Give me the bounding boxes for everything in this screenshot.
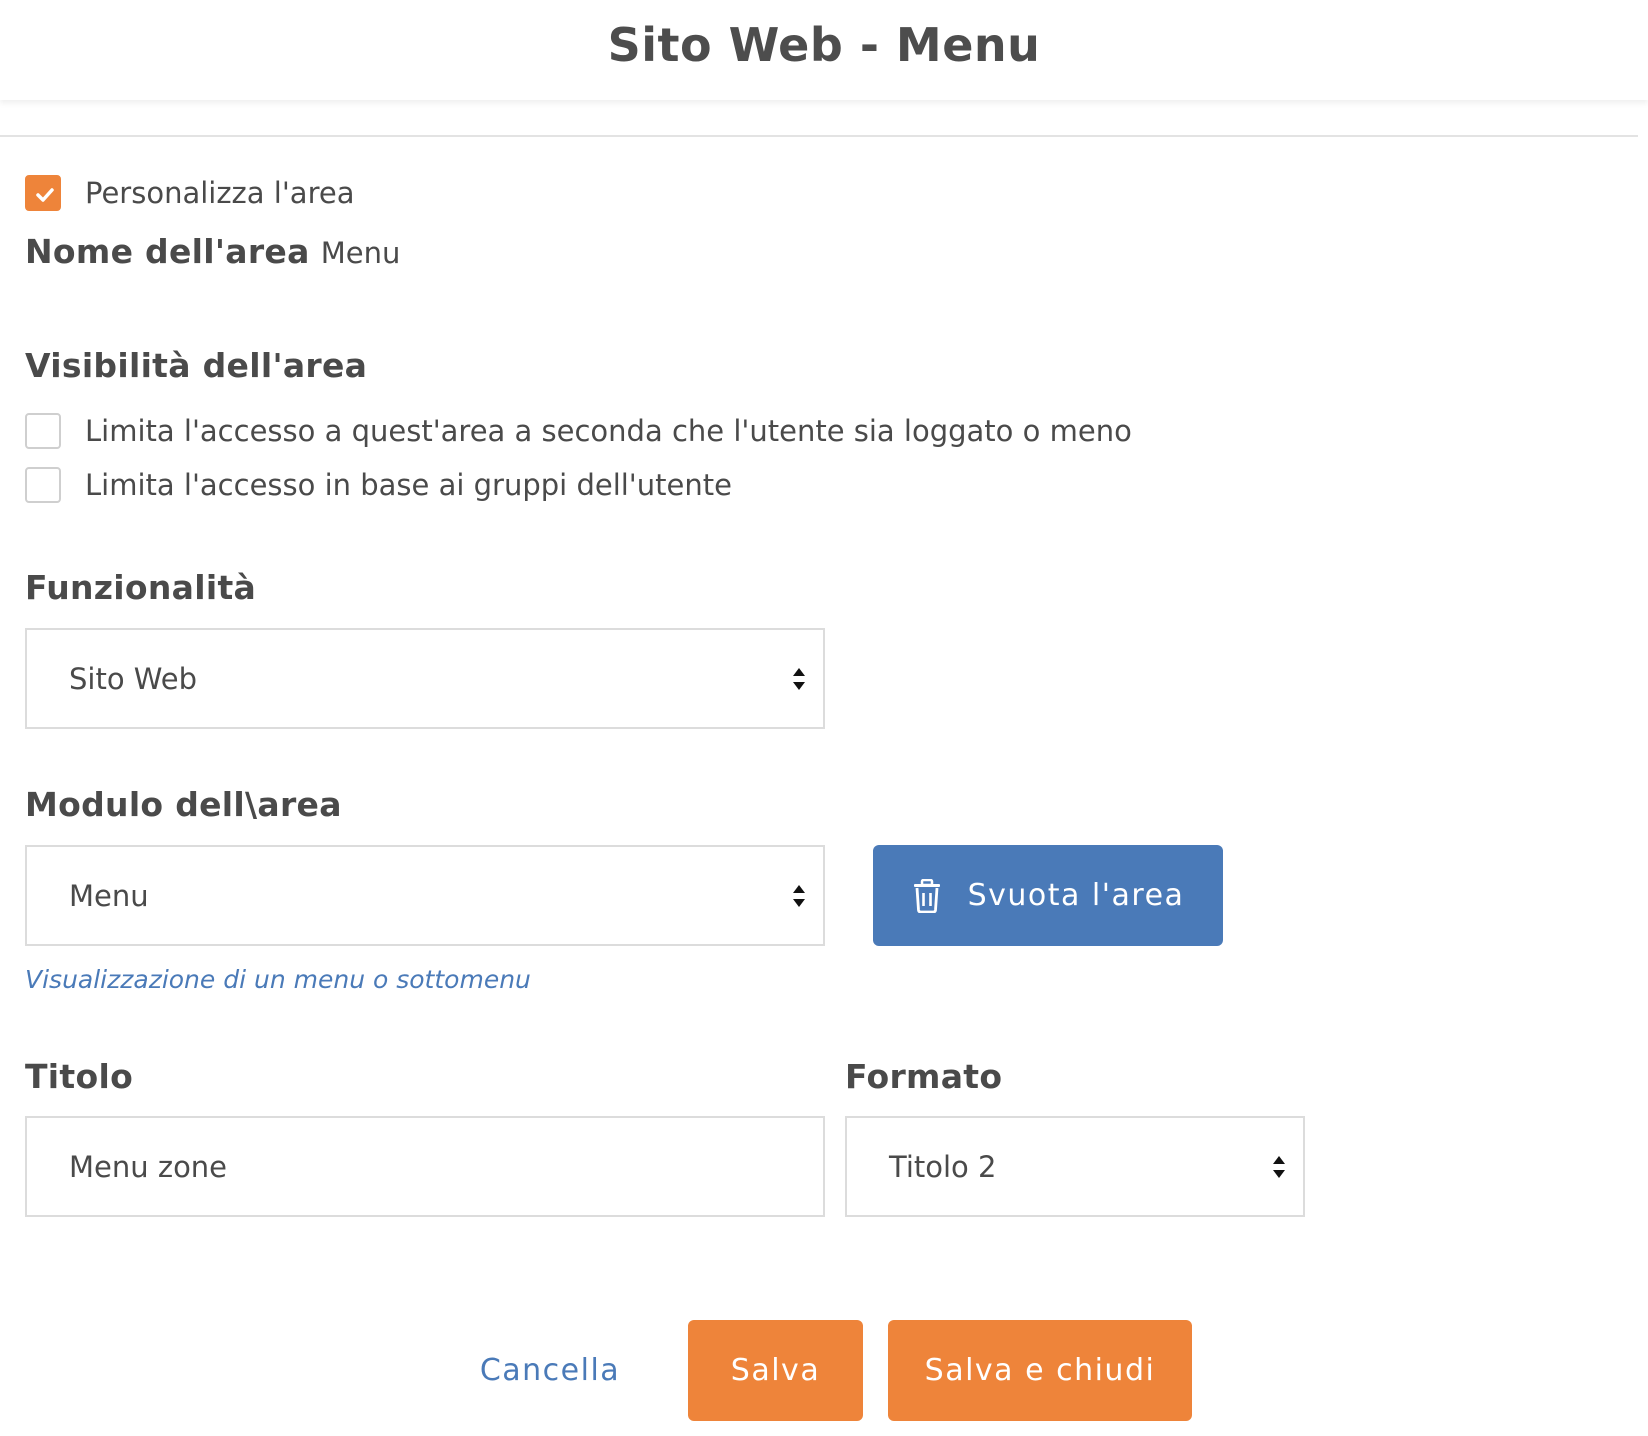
title-input[interactable]: Menu zone [25, 1116, 825, 1217]
save-button[interactable]: Salva [688, 1320, 863, 1421]
area-name-label: Nome dell'area [25, 232, 310, 271]
customize-area-checkbox[interactable] [25, 175, 61, 211]
cancel-button[interactable]: Cancella [460, 1320, 640, 1421]
title-field-label: Titolo [25, 1057, 134, 1096]
cancel-button-label: Cancella [479, 1353, 621, 1388]
save-button-label: Salva [730, 1353, 821, 1388]
clear-area-button-label: Svuota l'area [967, 878, 1185, 913]
select-arrows-icon [1273, 1155, 1285, 1178]
save-close-button-label: Salva e chiudi [924, 1353, 1156, 1388]
functionality-label: Funzionalità [25, 568, 257, 607]
header-divider [0, 135, 1638, 137]
title-input-value: Menu zone [69, 1149, 228, 1184]
trash-icon [913, 878, 940, 913]
restrict-groups-checkbox[interactable] [25, 467, 61, 503]
select-arrows-icon [793, 884, 805, 907]
area-name-row: Nome dell'area Menu [25, 232, 400, 271]
functionality-select-value: Sito Web [69, 661, 198, 696]
save-close-button[interactable]: Salva e chiudi [888, 1320, 1192, 1421]
page-title: Sito Web - Menu [607, 18, 1041, 72]
restrict-login-label: Limita l'accesso a quest'area a seconda … [85, 414, 1132, 448]
select-arrows-icon [793, 667, 805, 690]
format-select[interactable]: Titolo 2 [845, 1116, 1305, 1217]
functionality-select[interactable]: Sito Web [25, 628, 825, 729]
restrict-groups-label: Limita l'accesso in base ai gruppi dell'… [85, 468, 732, 502]
checkmark-icon [36, 188, 54, 202]
format-field-label: Formato [845, 1057, 1003, 1096]
page-header: Sito Web - Menu [0, 0, 1648, 100]
clear-area-button[interactable]: Svuota l'area [873, 845, 1223, 946]
module-select[interactable]: Menu [25, 845, 825, 946]
module-hint: Visualizzazione di un menu o sottomenu [25, 965, 531, 994]
module-label: Modulo dell\area [25, 785, 342, 824]
customize-area-label: Personalizza l'area [85, 176, 355, 210]
visibility-title: Visibilità dell'area [25, 346, 368, 385]
restrict-login-checkbox[interactable] [25, 413, 61, 449]
module-select-value: Menu [69, 878, 149, 913]
area-name-value: Menu [320, 236, 401, 270]
format-select-value: Titolo 2 [889, 1149, 997, 1184]
